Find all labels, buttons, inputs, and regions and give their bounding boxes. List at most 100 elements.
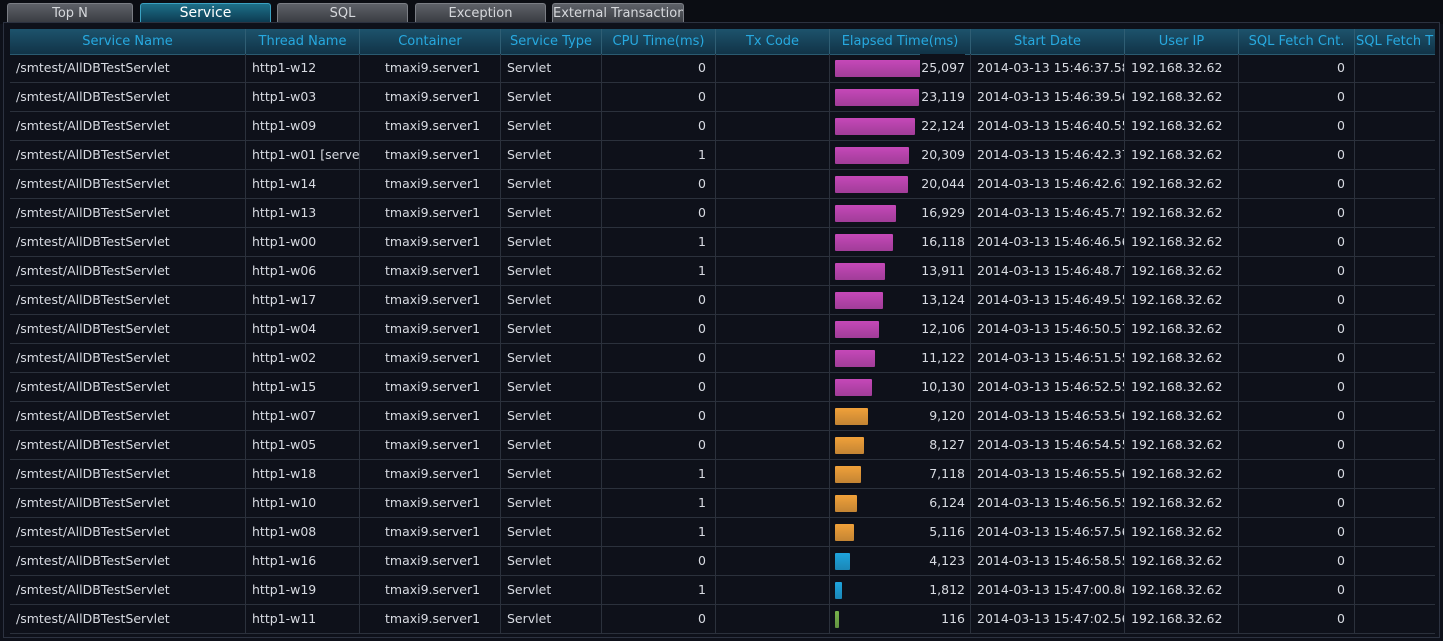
column-header-container[interactable]: Container: [360, 29, 501, 54]
cell-tx: [716, 431, 830, 459]
table-row[interactable]: /smtest/AllDBTestServlet http1-w13 tmaxi9.…: [10, 199, 1435, 228]
cell-sql-fetch: 0: [1239, 547, 1355, 575]
table-row[interactable]: /smtest/AllDBTestServlet http1-w12 tmaxi9.…: [10, 54, 1435, 83]
service-table[interactable]: Service Name Thread Name Container Servi…: [10, 29, 1435, 635]
tab-exception[interactable]: Exception: [415, 3, 546, 22]
column-header-elapsed-time[interactable]: Elapsed Time(ms): [830, 29, 971, 54]
elapsed-time-bar: [835, 176, 908, 193]
cell-cpu: 1: [602, 228, 716, 256]
cell-start: 2014-03-13 15:46:49.557: [971, 286, 1125, 314]
table-row[interactable]: /smtest/AllDBTestServlet http1-w06 tmaxi9.…: [10, 257, 1435, 286]
table-row[interactable]: /smtest/AllDBTestServlet http1-w00 tmaxi9.…: [10, 228, 1435, 257]
tab-external-transaction[interactable]: External Transaction: [552, 3, 684, 22]
cell-container: tmaxi9.server1: [360, 286, 501, 314]
cell-start: 2014-03-13 15:46:45.752: [971, 199, 1125, 227]
cell-thread: http1-w10: [246, 489, 360, 517]
table-row[interactable]: /smtest/AllDBTestServlet http1-w14 tmaxi9.…: [10, 170, 1435, 199]
column-header-service-name[interactable]: Service Name: [10, 29, 246, 54]
table-row[interactable]: /smtest/AllDBTestServlet http1-w09 tmaxi9.…: [10, 112, 1435, 141]
table-row[interactable]: /smtest/AllDBTestServlet http1-w19 tmaxi9.…: [10, 576, 1435, 605]
cell-cpu: 0: [602, 170, 716, 198]
column-header-sql-fetch-cnt[interactable]: SQL Fetch Cnt.: [1239, 29, 1355, 54]
elapsed-time-bar: [835, 292, 883, 309]
cell-type: Servlet: [501, 518, 602, 546]
table-row[interactable]: /smtest/AllDBTestServlet http1-w07 tmaxi9.…: [10, 402, 1435, 431]
elapsed-time-value: 11,122: [920, 344, 965, 372]
cell-cpu: 0: [602, 112, 716, 140]
tab-top-n[interactable]: Top N: [7, 3, 133, 22]
cell-cpu: 1: [602, 141, 716, 169]
cell-sql-fetch: 0: [1239, 402, 1355, 430]
table-row[interactable]: /smtest/AllDBTestServlet http1-w17 tmaxi9.…: [10, 286, 1435, 315]
cell-type: Servlet: [501, 605, 602, 633]
cell-elapsed-time: 20,309: [830, 141, 971, 169]
column-header-sql-fetch-time[interactable]: SQL Fetch T: [1355, 29, 1435, 54]
column-header-thread-name[interactable]: Thread Name: [246, 29, 360, 54]
cell-elapsed-time: 13,911: [830, 257, 971, 285]
cell-ip: 192.168.32.62: [1125, 112, 1239, 140]
cell-cpu: 0: [602, 373, 716, 401]
cell-type: Servlet: [501, 257, 602, 285]
cell-elapsed-time: 9,120: [830, 402, 971, 430]
cell-cpu: 0: [602, 83, 716, 111]
cell-elapsed-time: 1,812: [830, 576, 971, 604]
elapsed-time-bar: [835, 408, 868, 425]
tab-sql[interactable]: SQL: [277, 3, 408, 22]
tab-bar: Top N Service SQL Exception External Tra…: [0, 0, 1443, 24]
cell-thread: http1-w12: [246, 54, 360, 82]
table-row[interactable]: /smtest/AllDBTestServlet http1-w10 tmaxi9.…: [10, 489, 1435, 518]
table-row[interactable]: /smtest/AllDBTestServlet http1-w05 tmaxi9.…: [10, 431, 1435, 460]
cell-container: tmaxi9.server1: [360, 112, 501, 140]
cell-thread: http1-w08: [246, 518, 360, 546]
cell-tx: [716, 199, 830, 227]
column-header-cpu-time[interactable]: CPU Time(ms): [602, 29, 716, 54]
cell-tx: [716, 489, 830, 517]
table-row[interactable]: /smtest/AllDBTestServlet http1-w16 tmaxi9.…: [10, 547, 1435, 576]
cell-start: 2014-03-13 15:46:40.557: [971, 112, 1125, 140]
cell-tx: [716, 460, 830, 488]
table-row[interactable]: /smtest/AllDBTestServlet http1-w08 tmaxi9.…: [10, 518, 1435, 547]
cell-service: /smtest/AllDBTestServlet: [10, 228, 246, 256]
cell-elapsed-time: 16,118: [830, 228, 971, 256]
cell-elapsed-time: 12,106: [830, 315, 971, 343]
cell-ip: 192.168.32.62: [1125, 257, 1239, 285]
cell-start: 2014-03-13 15:46:37.584: [971, 54, 1125, 82]
table-row[interactable]: /smtest/AllDBTestServlet http1-w02 tmaxi9.…: [10, 344, 1435, 373]
cell-container: tmaxi9.server1: [360, 228, 501, 256]
table-row[interactable]: /smtest/AllDBTestServlet http1-w11 tmaxi9.…: [10, 605, 1435, 634]
table-row[interactable]: /smtest/AllDBTestServlet http1-w15 tmaxi9.…: [10, 373, 1435, 402]
cell-type: Servlet: [501, 315, 602, 343]
elapsed-time-bar: [835, 437, 864, 454]
table-row[interactable]: /smtest/AllDBTestServlet http1-w04 tmaxi9.…: [10, 315, 1435, 344]
cell-sql-fetch: 0: [1239, 228, 1355, 256]
cell-start: 2014-03-13 15:46:39.562: [971, 83, 1125, 111]
cell-sql-fetch: 0: [1239, 431, 1355, 459]
column-header-user-ip[interactable]: User IP: [1125, 29, 1239, 54]
cell-sql-fetch-t: [1355, 605, 1435, 633]
cell-tx: [716, 344, 830, 372]
column-header-start-date[interactable]: Start Date: [971, 29, 1125, 54]
elapsed-time-bar: [835, 350, 875, 367]
elapsed-time-value: 1,812: [928, 576, 965, 604]
cell-type: Servlet: [501, 199, 602, 227]
cell-sql-fetch: 0: [1239, 170, 1355, 198]
tab-service[interactable]: Service: [140, 3, 271, 22]
cell-container: tmaxi9.server1: [360, 402, 501, 430]
cell-start: 2014-03-13 15:46:52.551: [971, 373, 1125, 401]
table-row[interactable]: /smtest/AllDBTestServlet http1-w01 [serve…: [10, 141, 1435, 170]
column-header-service-type[interactable]: Service Type: [501, 29, 602, 54]
table-row[interactable]: /smtest/AllDBTestServlet http1-w03 tmaxi9.…: [10, 83, 1435, 112]
cell-tx: [716, 141, 830, 169]
cell-sql-fetch-t: [1355, 286, 1435, 314]
elapsed-time-value: 10,130: [920, 373, 965, 401]
cell-container: tmaxi9.server1: [360, 141, 501, 169]
cell-container: tmaxi9.server1: [360, 518, 501, 546]
cell-start: 2014-03-13 15:46:42.637: [971, 170, 1125, 198]
cell-elapsed-time: 23,119: [830, 83, 971, 111]
column-header-tx-code[interactable]: Tx Code: [716, 29, 830, 54]
cell-sql-fetch: 0: [1239, 199, 1355, 227]
cell-elapsed-time: 5,116: [830, 518, 971, 546]
table-row[interactable]: /smtest/AllDBTestServlet http1-w18 tmaxi9.…: [10, 460, 1435, 489]
cell-ip: 192.168.32.62: [1125, 431, 1239, 459]
elapsed-time-bar: [835, 205, 896, 222]
